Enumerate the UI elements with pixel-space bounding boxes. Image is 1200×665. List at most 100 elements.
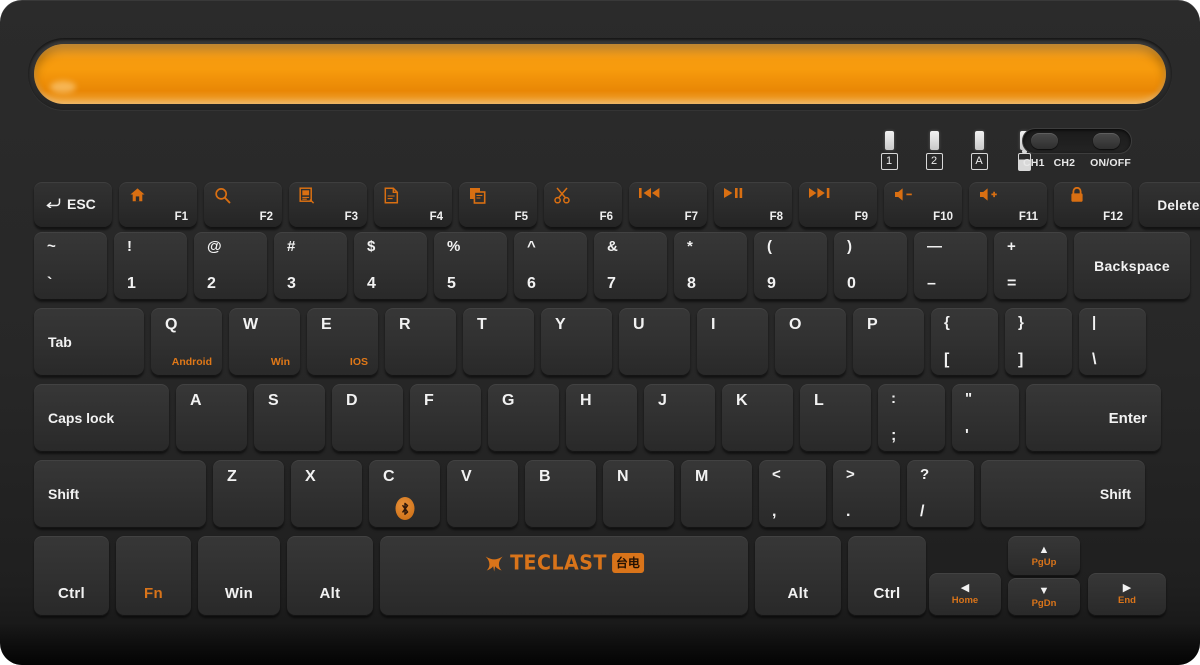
key-arrow-left[interactable]: ◀ Home	[929, 573, 1001, 616]
key-digit-0[interactable]: ) 0	[834, 232, 907, 300]
key-shift-right[interactable]: Shift	[981, 460, 1145, 528]
key-digit-6[interactable]: ^ 6	[514, 232, 587, 300]
key-f1-label: F1	[174, 211, 188, 223]
key-enter[interactable]: Enter	[1026, 384, 1161, 452]
key-t[interactable]: T	[463, 308, 534, 376]
key-shift-left-label: Shift	[48, 486, 80, 502]
key-f[interactable]: F	[410, 384, 481, 452]
key-digit-1[interactable]: ! 1	[114, 232, 187, 300]
key-legend-bottom: 5	[447, 275, 456, 292]
key-digit-9[interactable]: (9	[754, 232, 827, 300]
key-semicolon[interactable]: :;	[878, 384, 945, 452]
key-i[interactable]: I	[697, 308, 768, 376]
key-f2[interactable]: F2	[204, 182, 282, 228]
key-alt-left[interactable]: Alt	[287, 536, 373, 616]
key-legend-bottom: 9	[767, 275, 776, 292]
key-l[interactable]: L	[800, 384, 871, 452]
key-f7[interactable]: F7	[629, 182, 707, 228]
key-p[interactable]: P	[853, 308, 924, 376]
key-comma[interactable]: <,	[759, 460, 826, 528]
key-a[interactable]: A	[176, 384, 247, 452]
key-f1[interactable]: F1	[119, 182, 197, 228]
channel-switch-knob[interactable]	[1031, 133, 1058, 149]
key-f10[interactable]: F10	[884, 182, 962, 228]
key-b[interactable]: B	[525, 460, 596, 528]
key-equals[interactable]: + =	[994, 232, 1067, 300]
key-y[interactable]: Y	[541, 308, 612, 376]
key-digit-8[interactable]: * 8	[674, 232, 747, 300]
key-digit-7[interactable]: & 7	[594, 232, 667, 300]
key-n[interactable]: N	[603, 460, 674, 528]
key-slash[interactable]: ? /	[907, 460, 974, 528]
key-bracket-left[interactable]: {[	[931, 308, 998, 376]
key-spacebar[interactable]: TECLAST 台电	[380, 536, 748, 616]
switch-track[interactable]	[1022, 128, 1132, 154]
key-legend-bottom: 7	[607, 275, 616, 292]
key-digit-5[interactable]: % 5	[434, 232, 507, 300]
key-fn[interactable]: Fn	[116, 536, 191, 616]
key-ctrl-right-label: Ctrl	[873, 585, 901, 602]
key-alt-right[interactable]: Alt	[755, 536, 841, 616]
key-z[interactable]: Z	[213, 460, 284, 528]
key-delete[interactable]: Delete	[1139, 182, 1200, 228]
key-quote[interactable]: " '	[952, 384, 1019, 452]
indicator-label-a: A	[970, 153, 988, 170]
key-legend-top: +	[1007, 238, 1016, 255]
key-e[interactable]: E IOS	[307, 308, 378, 376]
key-shift-left[interactable]: Shift	[34, 460, 206, 528]
key-backspace[interactable]: Backspace	[1074, 232, 1190, 300]
key-backtick[interactable]: ~ `	[34, 232, 107, 300]
key-esc-label: ESC	[67, 196, 96, 212]
key-f12[interactable]: F12	[1054, 182, 1132, 228]
key-m[interactable]: M	[681, 460, 752, 528]
switch-label-power: ON/OFF	[1090, 157, 1131, 169]
key-o[interactable]: O	[775, 308, 846, 376]
key-backslash[interactable]: | \	[1079, 308, 1146, 376]
key-legend-top: $	[367, 238, 376, 255]
key-u[interactable]: U	[619, 308, 690, 376]
power-switch-knob[interactable]	[1093, 133, 1120, 149]
key-v[interactable]: V	[447, 460, 518, 528]
key-f6[interactable]: F6	[544, 182, 622, 228]
key-f9[interactable]: F9	[799, 182, 877, 228]
key-f4[interactable]: F4	[374, 182, 452, 228]
key-c-label: C	[383, 468, 395, 485]
key-tab[interactable]: Tab	[34, 308, 144, 376]
key-legend-top: —	[927, 238, 942, 255]
key-f5[interactable]: F5	[459, 182, 537, 228]
key-bracket-right[interactable]: }]	[1005, 308, 1072, 376]
key-legend-top: >	[846, 466, 855, 483]
key-arrow-right[interactable]: ▶ End	[1088, 573, 1166, 616]
brand-name: TECLAST	[510, 551, 607, 575]
key-w[interactable]: W Win	[229, 308, 300, 376]
key-ctrl-right[interactable]: Ctrl	[848, 536, 926, 616]
key-x[interactable]: X	[291, 460, 362, 528]
key-digit-3[interactable]: #3	[274, 232, 347, 300]
key-i-label: I	[711, 316, 716, 333]
key-d[interactable]: D	[332, 384, 403, 452]
key-legend-bottom: 6	[527, 275, 536, 292]
key-arrow-up[interactable]: ▲ PgUp	[1008, 536, 1080, 576]
key-ctrl-left[interactable]: Ctrl	[34, 536, 109, 616]
key-f8[interactable]: F8	[714, 182, 792, 228]
key-k[interactable]: K	[722, 384, 793, 452]
key-r[interactable]: R	[385, 308, 456, 376]
key-minus[interactable]: — –	[914, 232, 987, 300]
key-digit-4[interactable]: $4	[354, 232, 427, 300]
key-f3[interactable]: F3	[289, 182, 367, 228]
key-s[interactable]: S	[254, 384, 325, 452]
key-f11[interactable]: F11	[969, 182, 1047, 228]
key-arrow-down[interactable]: ▼ PgDn	[1008, 578, 1080, 616]
key-h[interactable]: H	[566, 384, 637, 452]
key-legend-top: {	[944, 314, 950, 331]
key-c[interactable]: C	[369, 460, 440, 528]
key-esc[interactable]: ESC	[34, 182, 112, 228]
key-g[interactable]: G	[488, 384, 559, 452]
key-r-label: R	[399, 316, 411, 333]
key-q[interactable]: Q Android	[151, 308, 222, 376]
key-caps-lock[interactable]: Caps lock	[34, 384, 169, 452]
key-j[interactable]: J	[644, 384, 715, 452]
key-win[interactable]: Win	[198, 536, 280, 616]
key-digit-2[interactable]: @2	[194, 232, 267, 300]
key-period[interactable]: >.	[833, 460, 900, 528]
